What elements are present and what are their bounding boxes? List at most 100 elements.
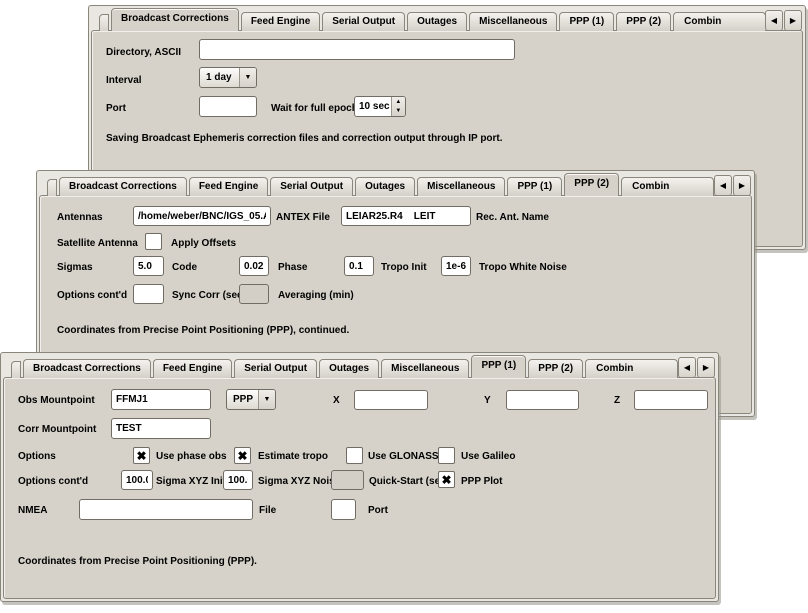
tab-feed-engine[interactable]: Feed Engine: [189, 177, 268, 196]
tab-scroll-right-button[interactable]: ▶: [784, 10, 802, 31]
z-coordinate-input[interactable]: [634, 390, 708, 410]
apply-offsets-label: Apply Offsets: [171, 238, 236, 249]
sigma-code-input[interactable]: [133, 256, 164, 276]
tab-combination[interactable]: Combin: [621, 177, 714, 196]
tab-bar: Broadcast Corrections Feed Engine Serial…: [99, 8, 765, 31]
rec-ant-name-label: Rec. Ant. Name: [476, 212, 549, 223]
tab-miscellaneous[interactable]: Miscellaneous: [417, 177, 505, 196]
sigma-xyz-init-input[interactable]: [121, 470, 153, 490]
tab-scroll-right-button[interactable]: ▶: [697, 357, 715, 378]
tab-serial-output[interactable]: Serial Output: [270, 177, 353, 196]
scroll-left-icon: ◀: [684, 363, 690, 372]
broadcast-description: Saving Broadcast Ephemeris correction fi…: [106, 133, 503, 144]
tab-miscellaneous[interactable]: Miscellaneous: [381, 359, 469, 378]
tab-scroll-left-button[interactable]: ◀: [678, 357, 696, 378]
x-coordinate-input[interactable]: [354, 390, 428, 410]
wait-full-epoch-spinner[interactable]: 10 sec ▲ ▼: [354, 96, 406, 117]
use-galileo-label: Use Galileo: [461, 451, 515, 462]
wait-full-epoch-value: 10 sec: [355, 97, 391, 116]
satellite-antenna-checkbox[interactable]: [145, 233, 162, 250]
ppp-plot-checkbox[interactable]: ✖: [438, 471, 455, 488]
antennas-input[interactable]: [133, 206, 271, 226]
ppp2-description: Coordinates from Precise Point Positioni…: [57, 325, 349, 336]
code-label: Code: [172, 262, 197, 273]
use-phase-obs-label: Use phase obs: [156, 451, 227, 462]
estimate-tropo-checkbox[interactable]: ✖: [234, 447, 251, 464]
quick-start-input: [331, 470, 364, 490]
tab-serial-output[interactable]: Serial Output: [322, 12, 405, 31]
use-glonass-checkbox[interactable]: [346, 447, 363, 464]
port-input[interactable]: [199, 96, 257, 117]
scroll-left-icon: ◀: [720, 181, 726, 190]
tab-broadcast-corrections[interactable]: Broadcast Corrections: [23, 359, 151, 378]
desktop: Broadcast Corrections Feed Engine Serial…: [0, 0, 808, 613]
tab-outages[interactable]: Outages: [407, 12, 467, 31]
wait-full-epoch-label: Wait for full epoch: [271, 103, 358, 114]
tab-ppp-2[interactable]: PPP (2): [564, 173, 619, 196]
nmea-file-label: File: [259, 505, 276, 516]
corr-mountpoint-input[interactable]: [111, 418, 211, 439]
tab-scroll-right-button[interactable]: ▶: [733, 175, 751, 196]
tabbar-base: [99, 14, 109, 31]
chevron-down-icon: ▼: [245, 74, 252, 81]
tabbar-base: [11, 361, 21, 378]
use-galileo-checkbox[interactable]: [438, 447, 455, 464]
spin-up-icon[interactable]: ▲: [392, 97, 405, 107]
tab-ppp-1[interactable]: PPP (1): [471, 355, 526, 378]
options-contd-label: Options cont'd: [57, 290, 127, 301]
use-glonass-label: Use GLONASS: [368, 451, 439, 462]
tab-feed-engine[interactable]: Feed Engine: [153, 359, 232, 378]
nmea-port-label: Port: [368, 505, 388, 516]
use-phase-obs-checkbox[interactable]: ✖: [133, 447, 150, 464]
antex-file-label: ANTEX File: [276, 212, 330, 223]
antennas-label: Antennas: [57, 212, 103, 223]
tab-feed-engine[interactable]: Feed Engine: [241, 12, 320, 31]
tab-outages[interactable]: Outages: [355, 177, 415, 196]
mode-select[interactable]: PPP ▼: [226, 389, 276, 410]
tropo-init-input[interactable]: [344, 256, 374, 276]
sync-corr-input[interactable]: [133, 284, 164, 304]
tab-ppp-2[interactable]: PPP (2): [528, 359, 583, 378]
tropo-init-label: Tropo Init: [381, 262, 427, 273]
estimate-tropo-label: Estimate tropo: [258, 451, 328, 462]
tab-serial-output[interactable]: Serial Output: [234, 359, 317, 378]
tab-scroll-left-button[interactable]: ◀: [714, 175, 732, 196]
tab-combination[interactable]: Combin: [673, 12, 765, 31]
nmea-port-input[interactable]: [331, 499, 356, 520]
sigmas-label: Sigmas: [57, 262, 93, 273]
interval-select[interactable]: 1 day ▼: [199, 67, 257, 88]
corr-mountpoint-label: Corr Mountpoint: [18, 424, 96, 435]
rec-ant-name-input[interactable]: [341, 206, 471, 226]
sigma-xyz-noise-input[interactable]: [223, 470, 253, 490]
tab-scroll-left-button[interactable]: ◀: [765, 10, 783, 31]
tab-miscellaneous[interactable]: Miscellaneous: [469, 12, 557, 31]
satellite-antenna-label: Satellite Antenna: [57, 238, 138, 249]
y-label: Y: [484, 395, 491, 406]
sigma-xyz-noise-label: Sigma XYZ Noise: [258, 476, 340, 487]
directory-ascii-input[interactable]: [199, 39, 515, 60]
tab-scroll-buttons: ◀ ▶: [714, 175, 751, 196]
tab-broadcast-corrections[interactable]: Broadcast Corrections: [59, 177, 187, 196]
chevron-down-icon: ▼: [264, 396, 271, 403]
check-icon: ✖: [441, 474, 451, 486]
sigma-phase-input[interactable]: [239, 256, 269, 276]
tab-ppp-1[interactable]: PPP (1): [559, 12, 614, 31]
tab-scroll-buttons: ◀ ▶: [765, 10, 802, 31]
sigma-xyz-init-label: Sigma XYZ Init: [156, 476, 226, 487]
obs-mountpoint-input[interactable]: [111, 389, 211, 410]
tab-ppp-2[interactable]: PPP (2): [616, 12, 671, 31]
tab-outages[interactable]: Outages: [319, 359, 379, 378]
y-coordinate-input[interactable]: [506, 390, 579, 410]
tab-ppp-1[interactable]: PPP (1): [507, 177, 562, 196]
spin-down-icon[interactable]: ▼: [392, 107, 405, 117]
tab-scroll-buttons: ◀ ▶: [678, 357, 715, 378]
tab-combination[interactable]: Combin: [585, 359, 678, 378]
tab-broadcast-corrections[interactable]: Broadcast Corrections: [111, 8, 239, 31]
ppp1-description: Coordinates from Precise Point Positioni…: [18, 556, 257, 567]
scroll-right-icon: ▶: [703, 363, 709, 372]
ppp-plot-label: PPP Plot: [461, 476, 503, 487]
tropo-white-noise-input[interactable]: [441, 256, 471, 276]
averaging-label: Averaging (min): [278, 290, 354, 301]
nmea-input[interactable]: [79, 499, 253, 520]
obs-mountpoint-label: Obs Mountpoint: [18, 395, 95, 406]
